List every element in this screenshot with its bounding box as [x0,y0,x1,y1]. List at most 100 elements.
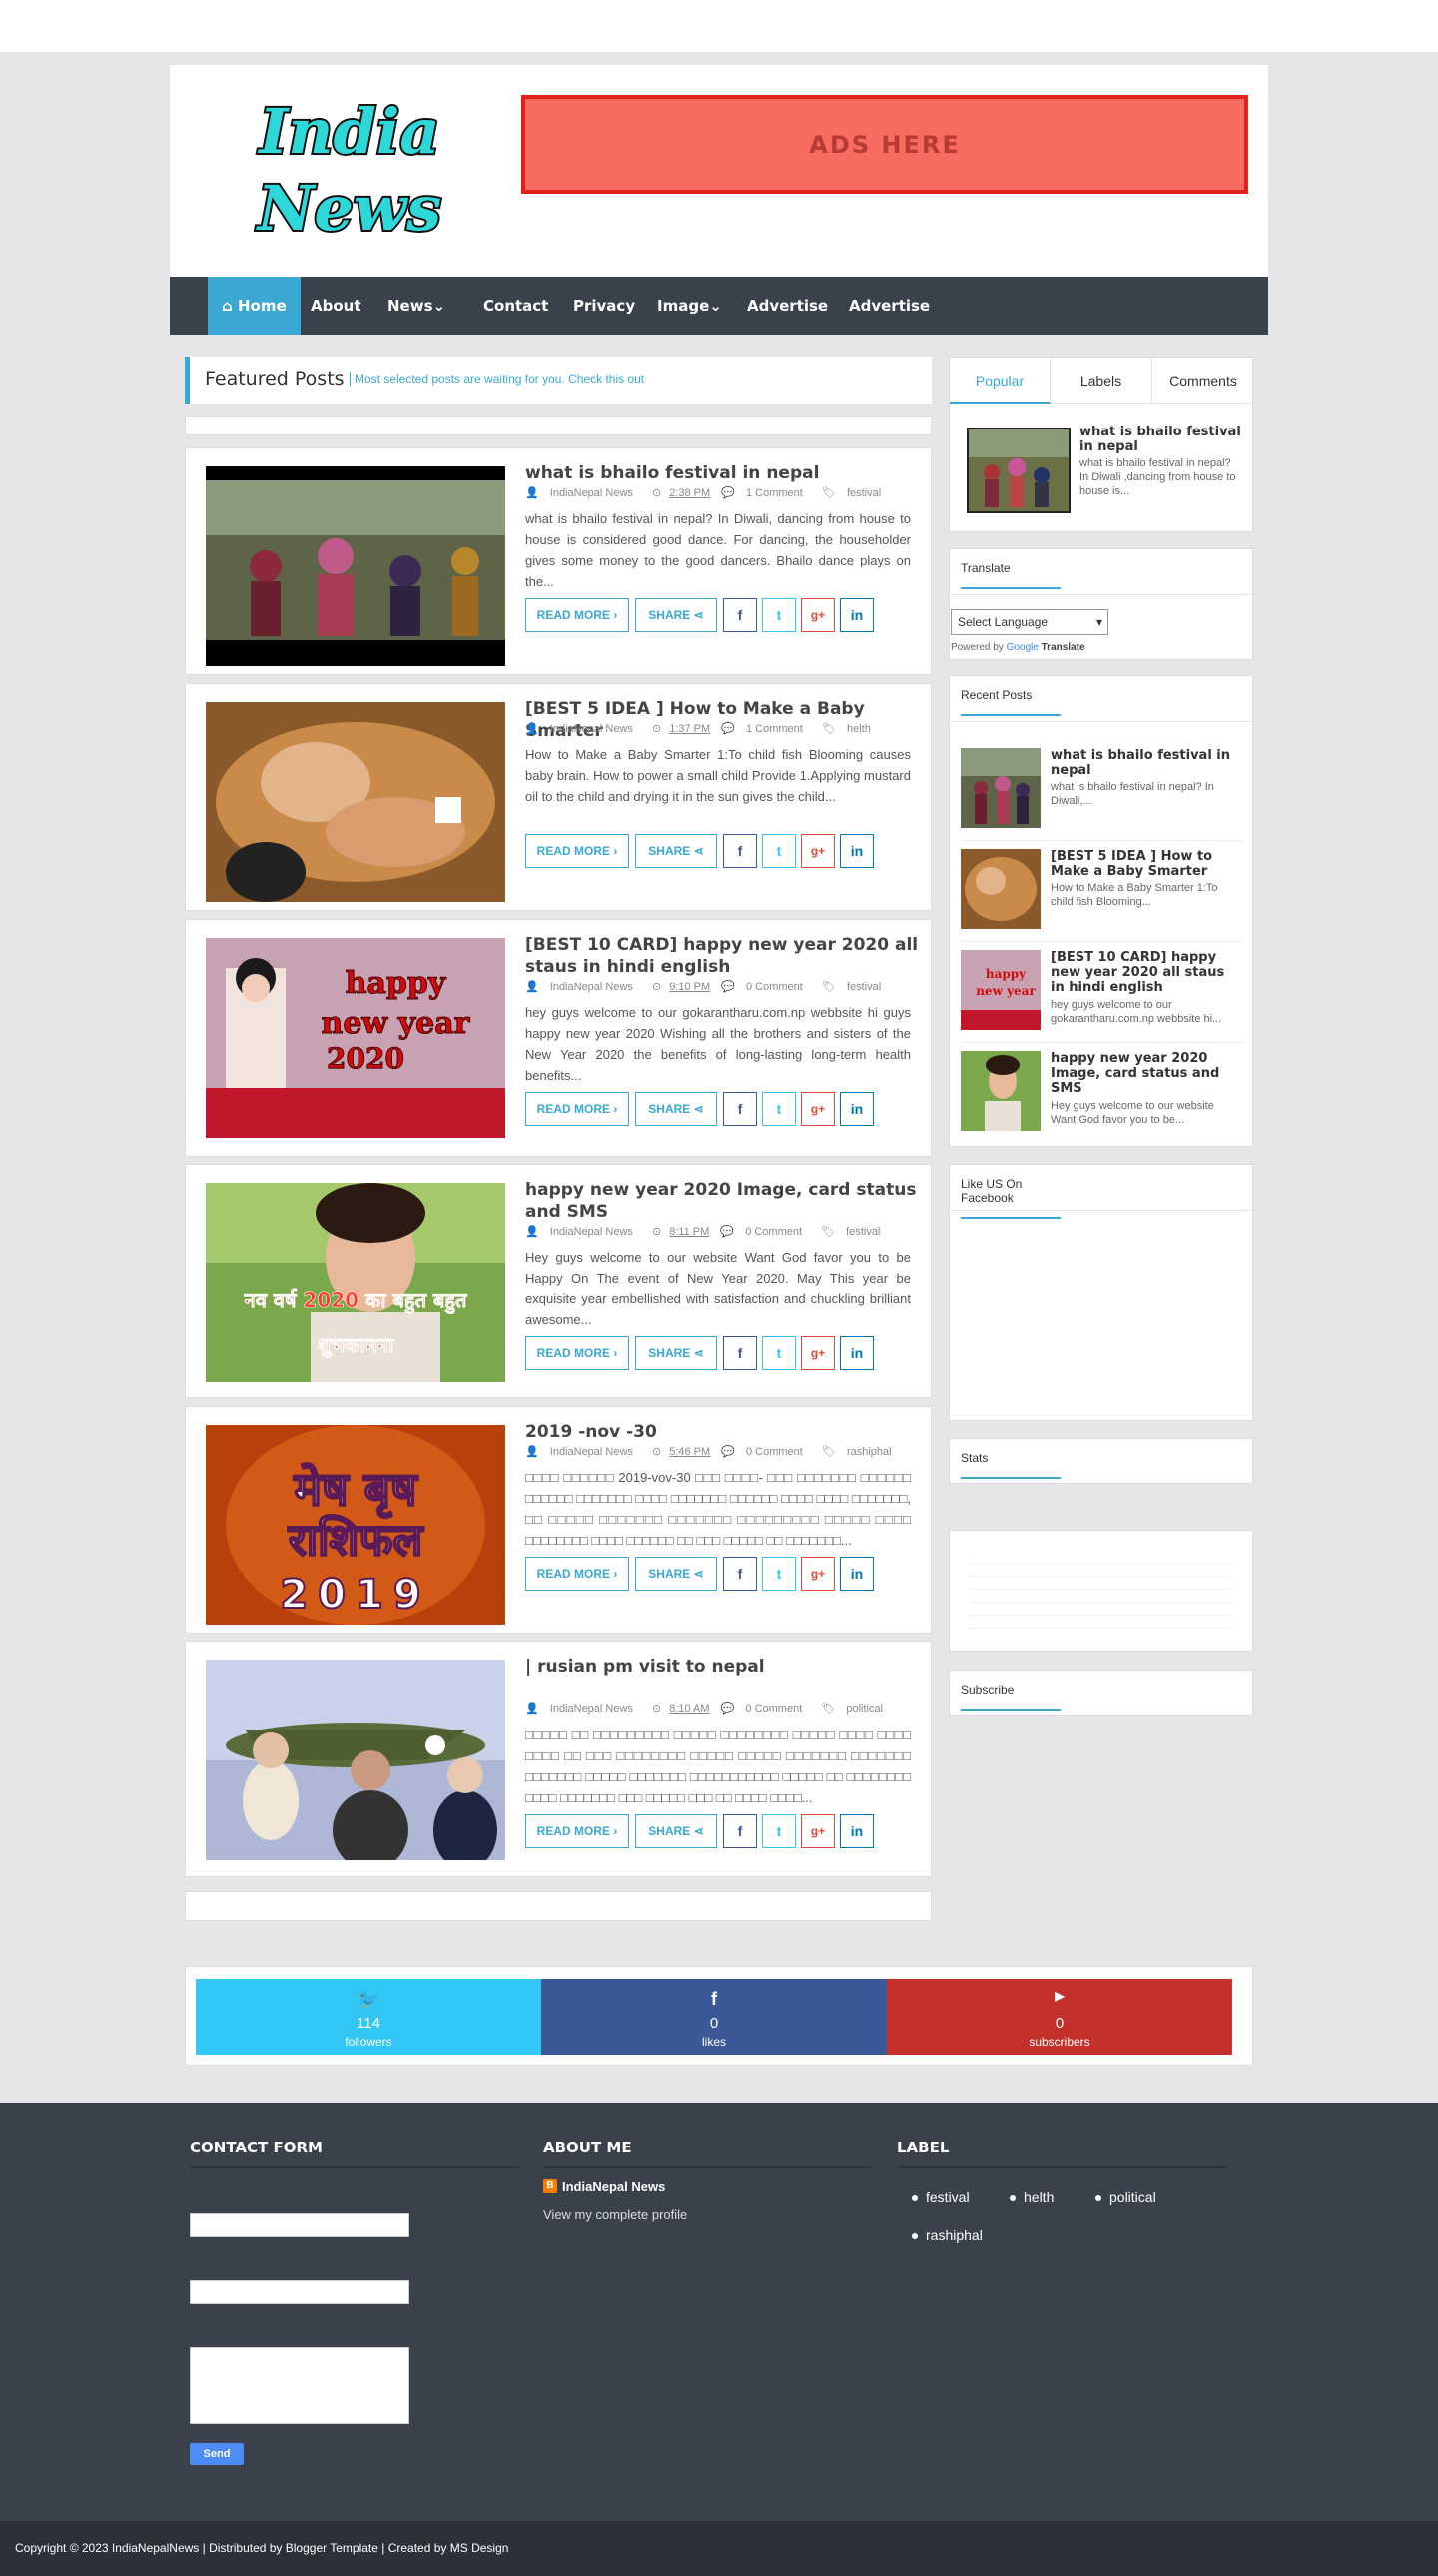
read-more-button[interactable]: READ MORE › [525,1092,629,1126]
comment-count[interactable]: 💬 0 Comment [721,981,811,993]
twitter-share-icon[interactable]: t [762,1092,796,1126]
post-thumbnail[interactable]: नव वर्ष 2020 का बहुत बहुत शुभकामना [206,1183,505,1382]
share-button[interactable]: SHARE ⋖ [635,598,717,632]
email-input[interactable] [190,2280,409,2304]
author[interactable]: 👤 IndiaNepal News [525,1446,641,1458]
post-label[interactable]: 🏷 rashiphal [822,1446,900,1458]
label-festival[interactable]: festival [912,2189,970,2205]
comment-count[interactable]: 💬 1 Comment [721,487,811,499]
post-thumbnail[interactable]: मेष बृषराशिफल 2019 [206,1425,505,1625]
post-time[interactable]: ⊙ 2:38 PM [652,487,710,499]
facebook-counter[interactable]: f 0 likes [541,1979,887,2055]
linkedin-share-icon[interactable]: in [840,1557,874,1591]
author[interactable]: 👤 IndiaNepal News [525,1226,641,1238]
post-label[interactable]: 🏷 festival [821,1226,888,1238]
message-textarea[interactable] [190,2347,409,2424]
site-logo[interactable]: India News [225,85,474,245]
recent-post-title[interactable]: happy new year 2020 Image, card status a… [1051,1051,1240,1096]
recent-post-thumb[interactable] [961,748,1041,828]
nav-about[interactable]: About [297,277,375,335]
recent-post-thumb[interactable] [961,849,1041,929]
nav-news[interactable]: News⌄ [373,277,459,335]
post-time[interactable]: ⊙ 8:11 PM [652,1226,709,1238]
language-select[interactable]: Select Language ▾ [951,609,1108,635]
share-button[interactable]: SHARE ⋖ [635,1814,717,1848]
post-label[interactable]: 🏷 political [821,1703,891,1715]
read-more-button[interactable]: READ MORE › [525,598,629,632]
twitter-share-icon[interactable]: t [762,598,796,632]
author[interactable]: 👤 IndiaNepal News [525,487,641,499]
google-plus-share-icon[interactable]: g+ [801,1092,835,1126]
recent-post-title[interactable]: [BEST 10 CARD] happy new year 2020 all s… [1051,950,1240,995]
linkedin-share-icon[interactable]: in [840,1092,874,1126]
author[interactable]: 👤 IndiaNepal News [525,981,641,993]
share-button[interactable]: SHARE ⋖ [635,834,717,868]
post-time[interactable]: ⊙ 5:46 PM [652,1446,710,1458]
post-thumbnail[interactable]: happy new year2020 [206,938,505,1138]
tab-popular[interactable]: Popular [950,358,1051,404]
linkedin-share-icon[interactable]: in [840,1814,874,1848]
tab-comments[interactable]: Comments [1152,358,1254,404]
nav-home[interactable]: ⌂ Home [208,277,301,335]
linkedin-share-icon[interactable]: in [840,1336,874,1370]
nav-contact[interactable]: Contact [469,277,562,335]
name-input[interactable] [190,2213,409,2237]
post-time[interactable]: ⊙ 8:10 AM [652,1703,710,1715]
twitter-share-icon[interactable]: t [762,834,796,868]
share-button[interactable]: SHARE ⋖ [635,1336,717,1370]
post-title[interactable]: [BEST 5 IDEA ] How to Make a Baby Smarte… [525,698,925,742]
comment-count[interactable]: 💬 0 Comment [721,1703,811,1715]
about-author-name[interactable]: IndiaNepal News [562,2179,665,2194]
post-label[interactable]: 🏷 festival [822,487,889,499]
post-title[interactable]: what is bhailo festival in nepal [525,462,925,484]
facebook-share-icon[interactable]: f [723,1336,757,1370]
linkedin-share-icon[interactable]: in [840,598,874,632]
profile-link[interactable]: View my complete profile [543,2207,687,2222]
popular-thumb[interactable] [967,428,1071,513]
facebook-share-icon[interactable]: f [723,598,757,632]
post-label[interactable]: 🏷 festival [822,981,889,993]
share-button[interactable]: SHARE ⋖ [635,1092,717,1126]
share-button[interactable]: SHARE ⋖ [635,1557,717,1591]
nav-image[interactable]: Image⌄ [643,277,736,335]
send-button[interactable]: Send [190,2443,244,2465]
post-time[interactable]: ⊙ 1:37 PM [652,723,710,735]
google-plus-share-icon[interactable]: g+ [801,1336,835,1370]
comment-count[interactable]: 💬 1 Comment [721,723,811,735]
comment-count[interactable]: 💬 0 Comment [721,1446,811,1458]
linkedin-share-icon[interactable]: in [840,834,874,868]
facebook-share-icon[interactable]: f [723,1557,757,1591]
twitter-share-icon[interactable]: t [762,1814,796,1848]
comment-count[interactable]: 💬 0 Comment [720,1226,810,1238]
facebook-share-icon[interactable]: f [723,834,757,868]
post-title[interactable]: happy new year 2020 Image, card status a… [525,1179,925,1223]
google-plus-share-icon[interactable]: g+ [801,834,835,868]
facebook-share-icon[interactable]: f [723,1092,757,1126]
translate-link[interactable]: Translate [1042,642,1085,653]
recent-post-title[interactable]: [BEST 5 IDEA ] How to Make a Baby Smarte… [1051,849,1240,879]
post-title[interactable]: | rusian pm visit to nepal [525,1656,925,1678]
twitter-share-icon[interactable]: t [762,1557,796,1591]
google-plus-share-icon[interactable]: g+ [801,1814,835,1848]
recent-post-thumb[interactable]: happy new year [961,950,1041,1030]
read-more-button[interactable]: READ MORE › [525,1557,629,1591]
ad-banner[interactable]: ADS HERE [521,95,1248,194]
post-title[interactable]: 2019 -nov -30 [525,1421,925,1443]
post-thumbnail[interactable] [206,702,505,902]
tab-labels[interactable]: Labels [1051,358,1152,404]
youtube-counter[interactable]: ▶ 0 subscribers [887,1979,1232,2055]
recent-post-title[interactable]: what is bhailo festival in nepal [1051,748,1240,778]
post-title[interactable]: [BEST 10 CARD] happy new year 2020 all s… [525,934,925,978]
google-plus-share-icon[interactable]: g+ [801,598,835,632]
label-rashiphal[interactable]: rashiphal [912,2227,983,2243]
author[interactable]: 👤 IndiaNepal News [525,723,641,735]
post-time[interactable]: ⊙ 9:10 PM [652,981,710,993]
read-more-button[interactable]: READ MORE › [525,1336,629,1370]
author[interactable]: 👤 IndiaNepal News [525,1703,641,1715]
nav-advertise-1[interactable]: Advertise [733,277,842,335]
nav-advertise-2[interactable]: Advertise [835,277,944,335]
read-more-button[interactable]: READ MORE › [525,834,629,868]
twitter-counter[interactable]: 🐦 114 followers [196,1979,541,2055]
post-thumbnail[interactable] [206,466,505,666]
label-helth[interactable]: helth [1010,2189,1054,2205]
